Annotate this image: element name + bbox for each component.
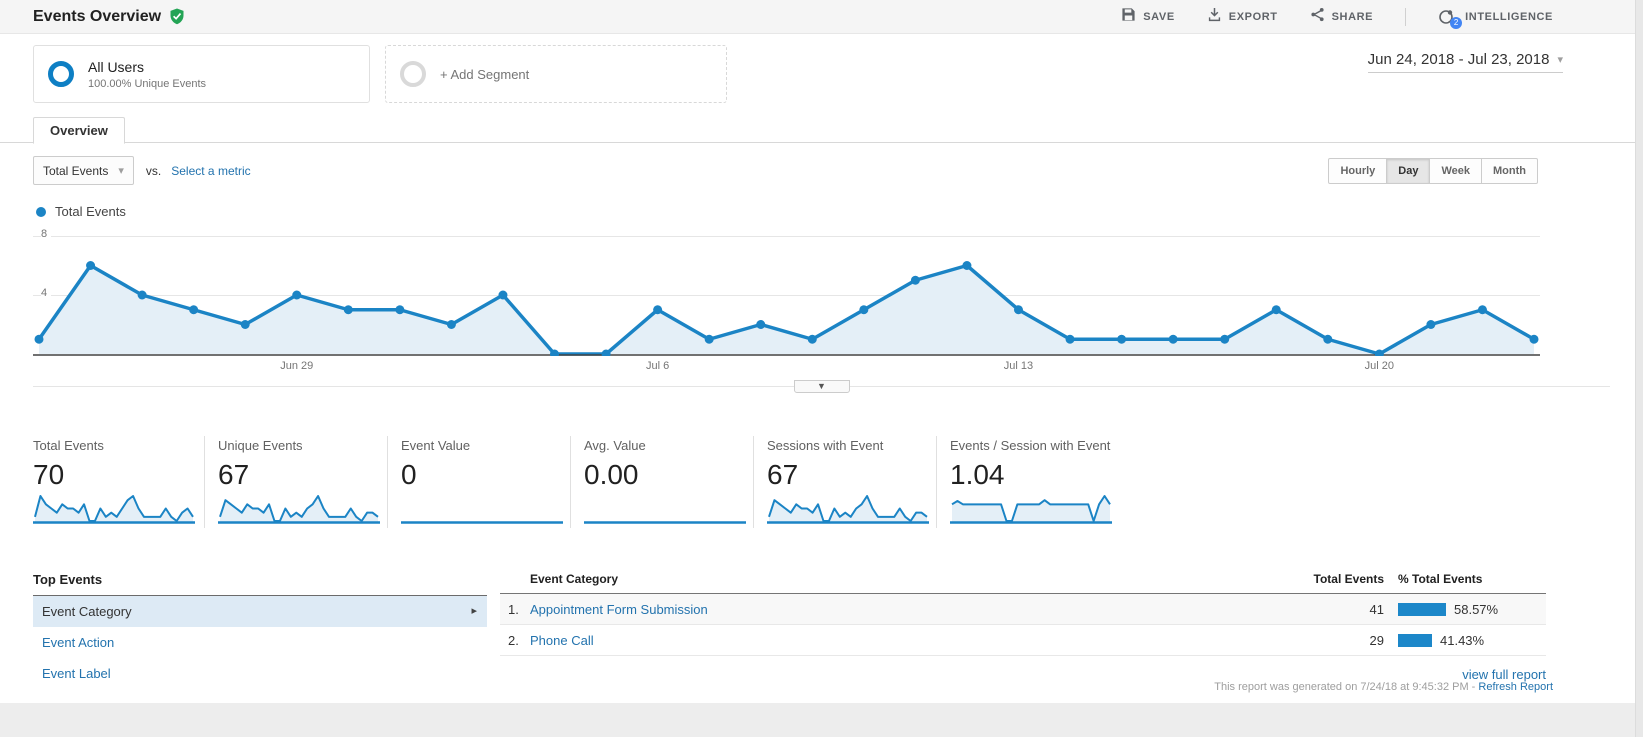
export-icon <box>1207 7 1222 27</box>
category-link[interactable]: Appointment Form Submission <box>530 602 708 617</box>
intelligence-icon: 2 <box>1438 8 1458 26</box>
column-header-event-category[interactable]: Event Category <box>500 572 1274 586</box>
tab-overview[interactable]: Overview <box>33 117 125 144</box>
column-header-total-events[interactable]: Total Events <box>1274 572 1384 586</box>
bottom-section: Top Events Event Category ▸ Event Action… <box>33 572 1546 689</box>
date-caret-icon: ▾ <box>1557 53 1563 66</box>
share-icon <box>1310 7 1325 27</box>
view-full-report-link[interactable]: view full report <box>1462 667 1546 682</box>
add-segment-donut-icon <box>400 61 426 87</box>
chevron-right-icon: ▸ <box>471 596 477 627</box>
date-range-selector[interactable]: Jun 24, 2018 - Jul 23, 2018 ▾ <box>1368 51 1563 73</box>
shield-check-icon <box>169 8 185 25</box>
row-rank: 1. <box>508 602 530 617</box>
x-axis-tick: Jun 29 <box>267 360 327 372</box>
export-button[interactable]: EXPORT <box>1207 7 1278 27</box>
top-events-item-event-label[interactable]: Event Label <box>33 658 487 689</box>
tab-strip: Overview <box>0 116 1643 143</box>
top-events-item-event-action[interactable]: Event Action <box>33 627 487 658</box>
chevron-down-icon: ▾ <box>118 164 124 177</box>
chevron-down-icon: ▼ <box>817 381 826 391</box>
scorecards-row: Total Events 70 Unique Events 67 Event V… <box>33 436 1643 528</box>
sparkline <box>767 492 929 526</box>
event-category-table: Event Category Total Events % Total Even… <box>500 572 1546 682</box>
collapse-chart-button[interactable]: ▼ <box>794 380 850 393</box>
chart-footer-divider: ▼ <box>33 386 1610 400</box>
sparkline <box>218 492 380 526</box>
chart-legend: Total Events <box>0 185 1643 219</box>
chart-canvas <box>33 228 1540 356</box>
scorecard-avg-value[interactable]: Avg. Value 0.00 <box>571 436 754 528</box>
scorecard-total-events[interactable]: Total Events 70 <box>33 436 205 528</box>
vs-label: vs. <box>146 164 161 178</box>
granularity-day-button[interactable]: Day <box>1387 158 1430 184</box>
granularity-week-button[interactable]: Week <box>1430 158 1482 184</box>
row-rank: 2. <box>508 633 530 648</box>
segment-subtitle: 100.00% Unique Events <box>88 78 206 90</box>
metric-dropdown[interactable]: Total Events ▾ <box>33 156 134 185</box>
top-events-panel: Top Events Event Category ▸ Event Action… <box>33 572 487 689</box>
save-icon <box>1121 7 1136 27</box>
top-action-bar: Events Overview SAVE EXPORT SHARE <box>0 0 1643 34</box>
percent-bar <box>1398 603 1446 616</box>
timeseries-chart[interactable]: 8 4 Jun 29 Jul 6 Jul 13 Jul 20 <box>33 228 1540 376</box>
date-range-text: Jun 24, 2018 - Jul 23, 2018 <box>1368 51 1550 68</box>
scorecard-events-per-session[interactable]: Events / Session with Event 1.04 <box>937 436 1165 528</box>
metric-dropdown-value: Total Events <box>43 164 108 178</box>
sparkline <box>584 492 746 526</box>
share-button[interactable]: SHARE <box>1310 7 1374 27</box>
table-header-row: Event Category Total Events % Total Even… <box>500 572 1546 594</box>
chart-controls: Total Events ▾ vs. Select a metric Hourl… <box>0 143 1643 185</box>
refresh-report-link[interactable]: Refresh Report <box>1478 681 1553 693</box>
add-segment-button[interactable]: + Add Segment <box>385 45 727 103</box>
segment-title: All Users <box>88 59 206 75</box>
granularity-month-button[interactable]: Month <box>1482 158 1538 184</box>
top-events-item-event-category[interactable]: Event Category ▸ <box>33 596 487 627</box>
report-footer: This report was generated on 7/24/18 at … <box>1214 681 1553 693</box>
legend-label: Total Events <box>55 204 126 219</box>
percent-bar <box>1398 634 1432 647</box>
row-total: 29 <box>1274 633 1384 648</box>
granularity-toggle: Hourly Day Week Month <box>1328 158 1538 184</box>
table-row: 2. Phone Call 29 41.43% <box>500 625 1546 656</box>
x-axis-tick: Jul 6 <box>628 360 688 372</box>
segments-row: All Users 100.00% Unique Events + Add Se… <box>0 34 1643 103</box>
sparkline <box>950 492 1112 526</box>
page-title: Events Overview <box>33 8 161 26</box>
report-body: All Users 100.00% Unique Events + Add Se… <box>0 34 1643 703</box>
segment-all-users[interactable]: All Users 100.00% Unique Events <box>33 45 370 103</box>
x-axis-tick: Jul 20 <box>1349 360 1409 372</box>
category-link[interactable]: Phone Call <box>530 633 594 648</box>
save-button[interactable]: SAVE <box>1121 7 1175 27</box>
y-axis-tick: 8 <box>41 228 51 240</box>
sparkline <box>401 492 563 526</box>
all-users-donut-icon <box>48 61 74 87</box>
scorecard-unique-events[interactable]: Unique Events 67 <box>205 436 388 528</box>
column-header-percent-total[interactable]: % Total Events <box>1384 572 1546 586</box>
sparkline <box>33 492 195 526</box>
scorecard-sessions-with-event[interactable]: Sessions with Event 67 <box>754 436 937 528</box>
x-axis-tick: Jul 13 <box>988 360 1048 372</box>
percent-text: 41.43% <box>1440 633 1484 648</box>
intelligence-button[interactable]: 2 INTELLIGENCE <box>1438 8 1553 26</box>
granularity-hourly-button[interactable]: Hourly <box>1328 158 1387 184</box>
y-axis-tick: 4 <box>41 287 51 299</box>
toolbar-divider <box>1405 8 1406 26</box>
legend-dot-icon <box>36 207 46 217</box>
generated-text: This report was generated on 7/24/18 at … <box>1214 681 1478 693</box>
scrollbar[interactable] <box>1635 0 1643 737</box>
intelligence-badge: 2 <box>1450 17 1462 29</box>
top-events-header: Top Events <box>33 572 487 596</box>
table-row: 1. Appointment Form Submission 41 58.57% <box>500 594 1546 625</box>
scorecard-event-value[interactable]: Event Value 0 <box>388 436 571 528</box>
select-metric-link[interactable]: Select a metric <box>171 164 250 178</box>
row-total: 41 <box>1274 602 1384 617</box>
percent-text: 58.57% <box>1454 602 1498 617</box>
